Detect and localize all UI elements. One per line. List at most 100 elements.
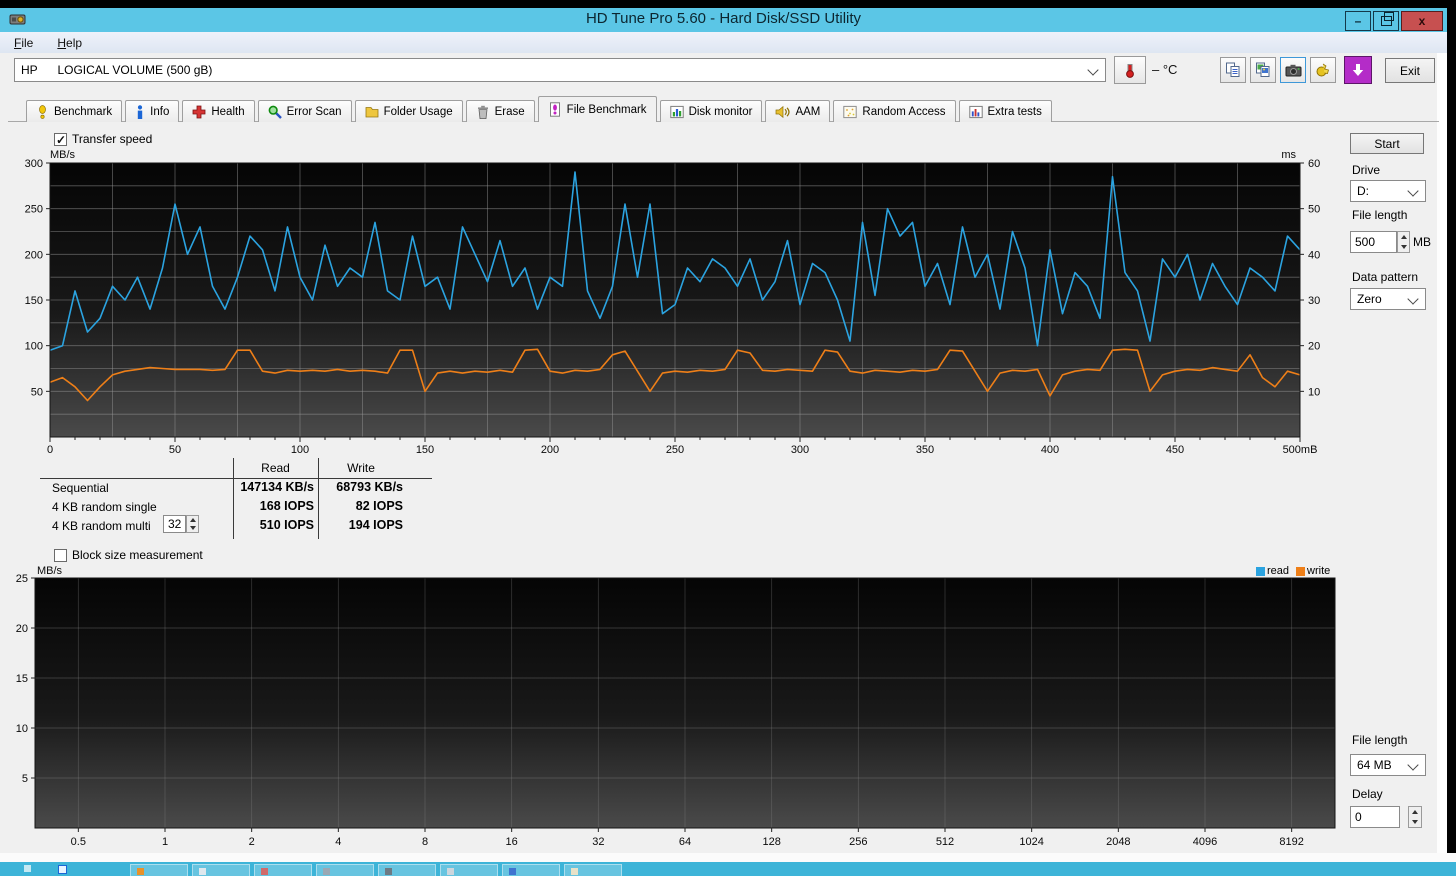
update-download-button[interactable]: [1344, 56, 1372, 84]
menu-file[interactable]: File: [14, 36, 33, 50]
block-size-checkbox[interactable]: [54, 549, 67, 562]
svg-text:15: 15: [16, 673, 28, 685]
taskbar-button[interactable]: [192, 864, 250, 876]
drive-select-combo[interactable]: HP LOGICAL VOLUME (500 gB): [14, 58, 1106, 82]
drive-combo[interactable]: D:: [1350, 180, 1426, 202]
copy-image-button[interactable]: [1250, 57, 1276, 83]
svg-text:4: 4: [335, 836, 341, 848]
drive-combo-value: D:: [1357, 184, 1369, 198]
spin-up-icon[interactable]: [187, 516, 198, 524]
chevron-down-icon: [1407, 293, 1418, 304]
chevron-down-icon: [1407, 185, 1418, 196]
file-length-spinner[interactable]: [1397, 231, 1410, 253]
taskbar-start-icon[interactable]: [58, 865, 67, 874]
tab-health[interactable]: Health: [182, 100, 254, 122]
tab-aam[interactable]: AAM: [765, 100, 830, 122]
file-length-label: File length: [1352, 208, 1407, 222]
temperature-readout: – °C: [1152, 62, 1177, 77]
start-button[interactable]: Start: [1350, 133, 1424, 154]
drive-select-value: HP LOGICAL VOLUME (500 gB): [21, 63, 212, 77]
restore-button[interactable]: [1373, 11, 1399, 31]
minimize-icon: –: [1355, 14, 1362, 28]
tab-error-scan[interactable]: Error Scan: [258, 100, 352, 122]
tab-label: Error Scan: [287, 106, 342, 118]
taskbar-button[interactable]: [316, 864, 374, 876]
queue-depth-spinner[interactable]: [186, 515, 199, 533]
taskbar[interactable]: [0, 862, 1456, 876]
spin-up-icon[interactable]: [1409, 807, 1421, 817]
random-access-icon: [843, 105, 857, 119]
spin-down-icon[interactable]: [1409, 817, 1421, 827]
close-button[interactable]: x: [1401, 11, 1443, 31]
svg-text:128: 128: [762, 836, 780, 848]
taskbar-button[interactable]: [502, 864, 560, 876]
svg-text:250: 250: [25, 204, 43, 216]
block-file-length-label: File length: [1352, 733, 1407, 747]
screenshot-button[interactable]: [1280, 57, 1306, 83]
error-scan-icon: [268, 105, 282, 119]
data-pattern-value: Zero: [1357, 292, 1382, 306]
svg-text:100: 100: [25, 341, 43, 353]
taskbar-show-desktop-icon[interactable]: [24, 865, 31, 872]
tab-folder-usage[interactable]: Folder Usage: [355, 100, 463, 122]
temperature-button[interactable]: [1114, 56, 1146, 84]
taskbar-button[interactable]: [130, 864, 188, 876]
tab-label: Extra tests: [988, 106, 1042, 118]
svg-text:8: 8: [422, 836, 428, 848]
svg-text:4096: 4096: [1193, 836, 1217, 848]
block-file-length-combo[interactable]: 64 MB: [1350, 754, 1426, 776]
svg-text:30: 30: [1308, 295, 1320, 307]
delay-input[interactable]: 0: [1350, 806, 1400, 828]
row-sequential-read: 147134 KB/s: [236, 480, 314, 494]
results-col-read: Read: [233, 461, 318, 475]
delay-spinner[interactable]: [1408, 806, 1422, 828]
svg-text:MB/s: MB/s: [50, 149, 76, 161]
tab-info[interactable]: Info: [125, 100, 179, 122]
queue-depth-input[interactable]: 32: [163, 515, 186, 533]
tab-extra-tests[interactable]: Extra tests: [959, 100, 1052, 122]
spin-down-icon[interactable]: [1398, 242, 1409, 252]
tab-file-benchmark[interactable]: File Benchmark: [538, 96, 657, 122]
svg-text:1024: 1024: [1019, 836, 1043, 848]
tab-benchmark[interactable]: Benchmark: [26, 100, 122, 122]
svg-text:150: 150: [25, 295, 43, 307]
transfer-speed-label: Transfer speed: [72, 132, 152, 146]
spin-down-icon[interactable]: [187, 524, 198, 532]
taskbar-button[interactable]: [440, 864, 498, 876]
file-benchmark-icon: [548, 102, 562, 117]
tab-disk-monitor[interactable]: Disk monitor: [660, 100, 763, 122]
taskbar-button[interactable]: [378, 864, 436, 876]
results-divider-2: [318, 458, 319, 539]
chevron-down-icon: [1407, 759, 1418, 770]
health-icon: [192, 105, 206, 119]
data-pattern-combo[interactable]: Zero: [1350, 288, 1426, 310]
svg-text:50: 50: [31, 386, 43, 398]
row-random-single-write: 82 IOPS: [321, 499, 403, 513]
window-bottom-edge: [0, 853, 1456, 862]
restore-icon: [1381, 16, 1392, 26]
minimize-button[interactable]: –: [1345, 11, 1371, 31]
copy-text-button[interactable]: [1220, 57, 1246, 83]
spin-up-icon[interactable]: [1398, 232, 1409, 242]
svg-text:200: 200: [541, 444, 559, 456]
taskbar-button[interactable]: [564, 864, 622, 876]
svg-text:0.5: 0.5: [71, 836, 86, 848]
svg-text:60: 60: [1308, 158, 1320, 170]
transfer-speed-checkbox[interactable]: [54, 133, 67, 146]
tab-erase[interactable]: Erase: [466, 100, 535, 122]
svg-text:8192: 8192: [1279, 836, 1303, 848]
taskbar-button[interactable]: [254, 864, 312, 876]
window-title: HD Tune Pro 5.60 - Hard Disk/SSD Utility: [0, 10, 1447, 27]
benchmark-icon: [36, 105, 49, 119]
svg-text:450: 450: [1166, 444, 1184, 456]
tab-random-access[interactable]: Random Access: [833, 100, 955, 122]
exit-button[interactable]: Exit: [1385, 58, 1435, 83]
file-length-input[interactable]: 500: [1350, 231, 1397, 253]
svg-text:50: 50: [1308, 204, 1320, 216]
results-col-write: Write: [318, 461, 404, 475]
row-random-single-label: 4 KB random single: [52, 500, 157, 514]
thermometer-icon: [1123, 62, 1137, 78]
svg-text:1: 1: [162, 836, 168, 848]
donate-hand-button[interactable]: [1310, 57, 1336, 83]
menu-help[interactable]: Help: [57, 36, 82, 50]
